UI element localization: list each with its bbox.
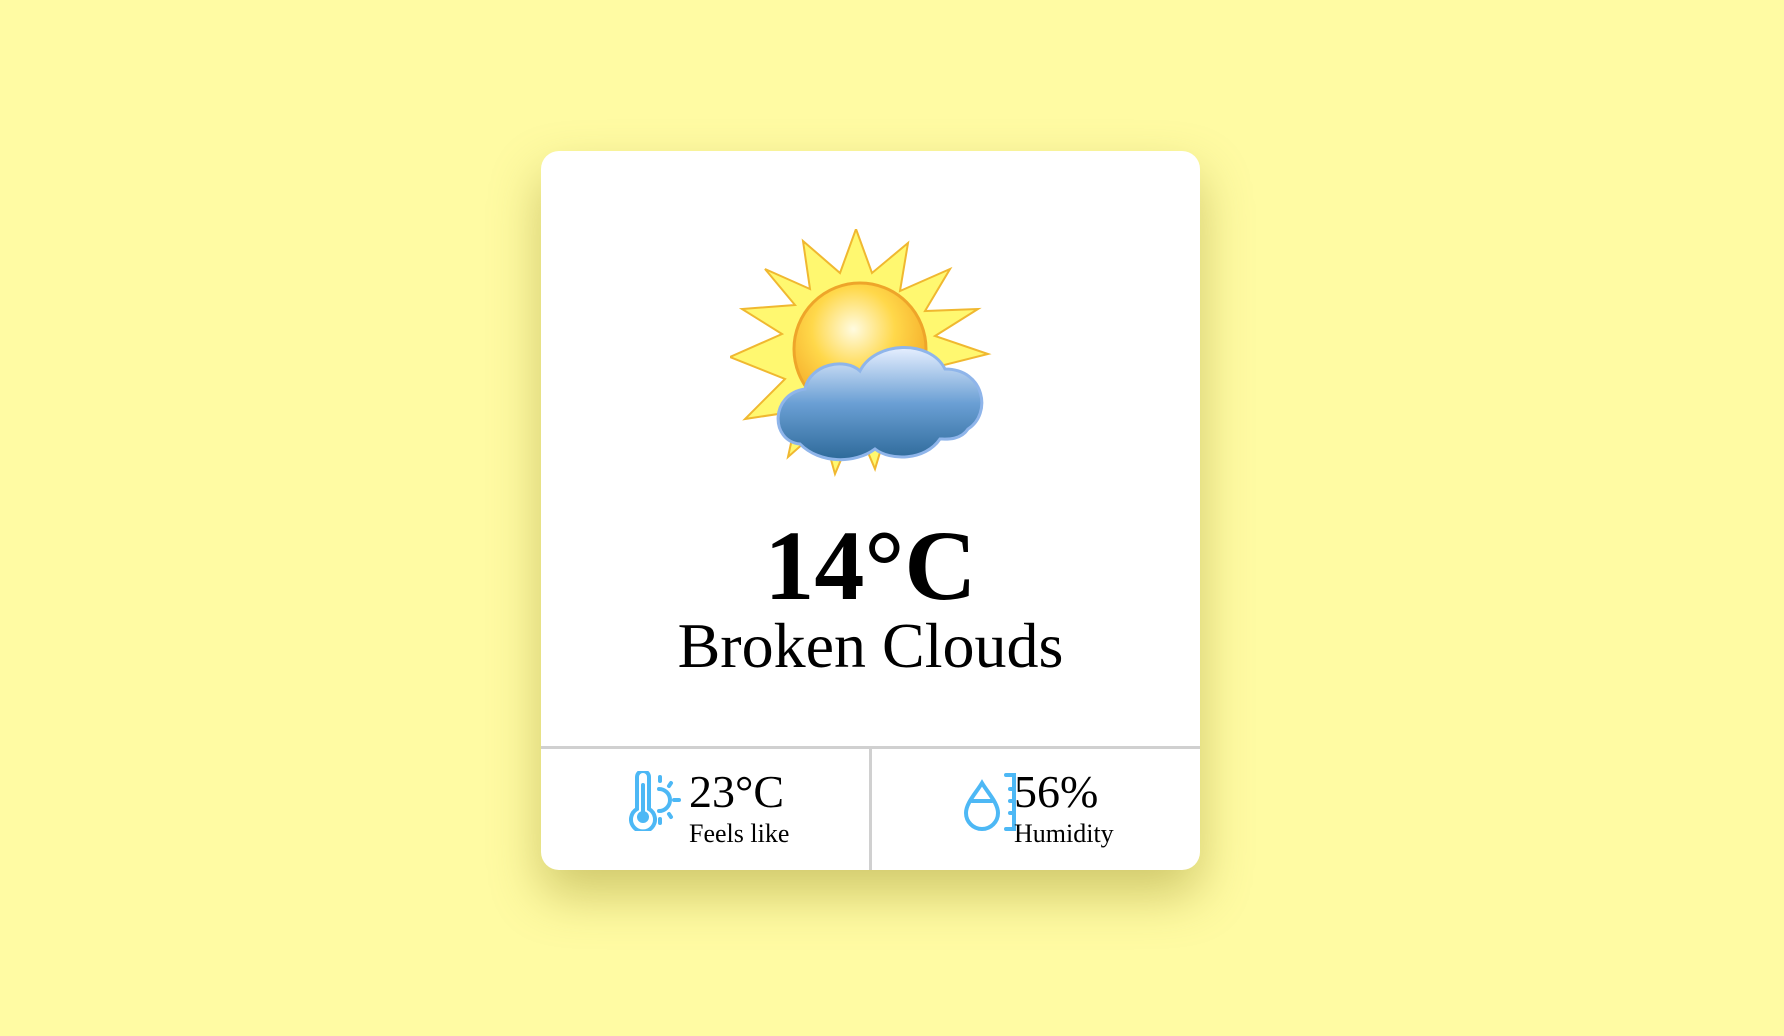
thermometer-sun-icon	[629, 771, 681, 831]
humidity-value: 56%	[1014, 766, 1099, 817]
feels-like-stat: 23°C Feels like	[541, 749, 869, 870]
weather-card: 14°C Broken Clouds 23°C Feels like 56% H…	[541, 151, 1200, 870]
feels-like-label: Feels like	[689, 819, 790, 848]
humidity-label: Humidity	[1014, 819, 1114, 848]
humidity-stat: 56% Humidity	[869, 749, 1200, 870]
temperature: 14°C	[764, 510, 977, 621]
sun-behind-cloud-icon	[727, 226, 1015, 494]
humidity-drop-icon	[964, 773, 1016, 831]
weather-description: Broken Clouds	[677, 610, 1064, 681]
stats-row: 23°C Feels like 56% Humidity	[541, 746, 1200, 870]
feels-like-value: 23°C	[689, 766, 785, 817]
